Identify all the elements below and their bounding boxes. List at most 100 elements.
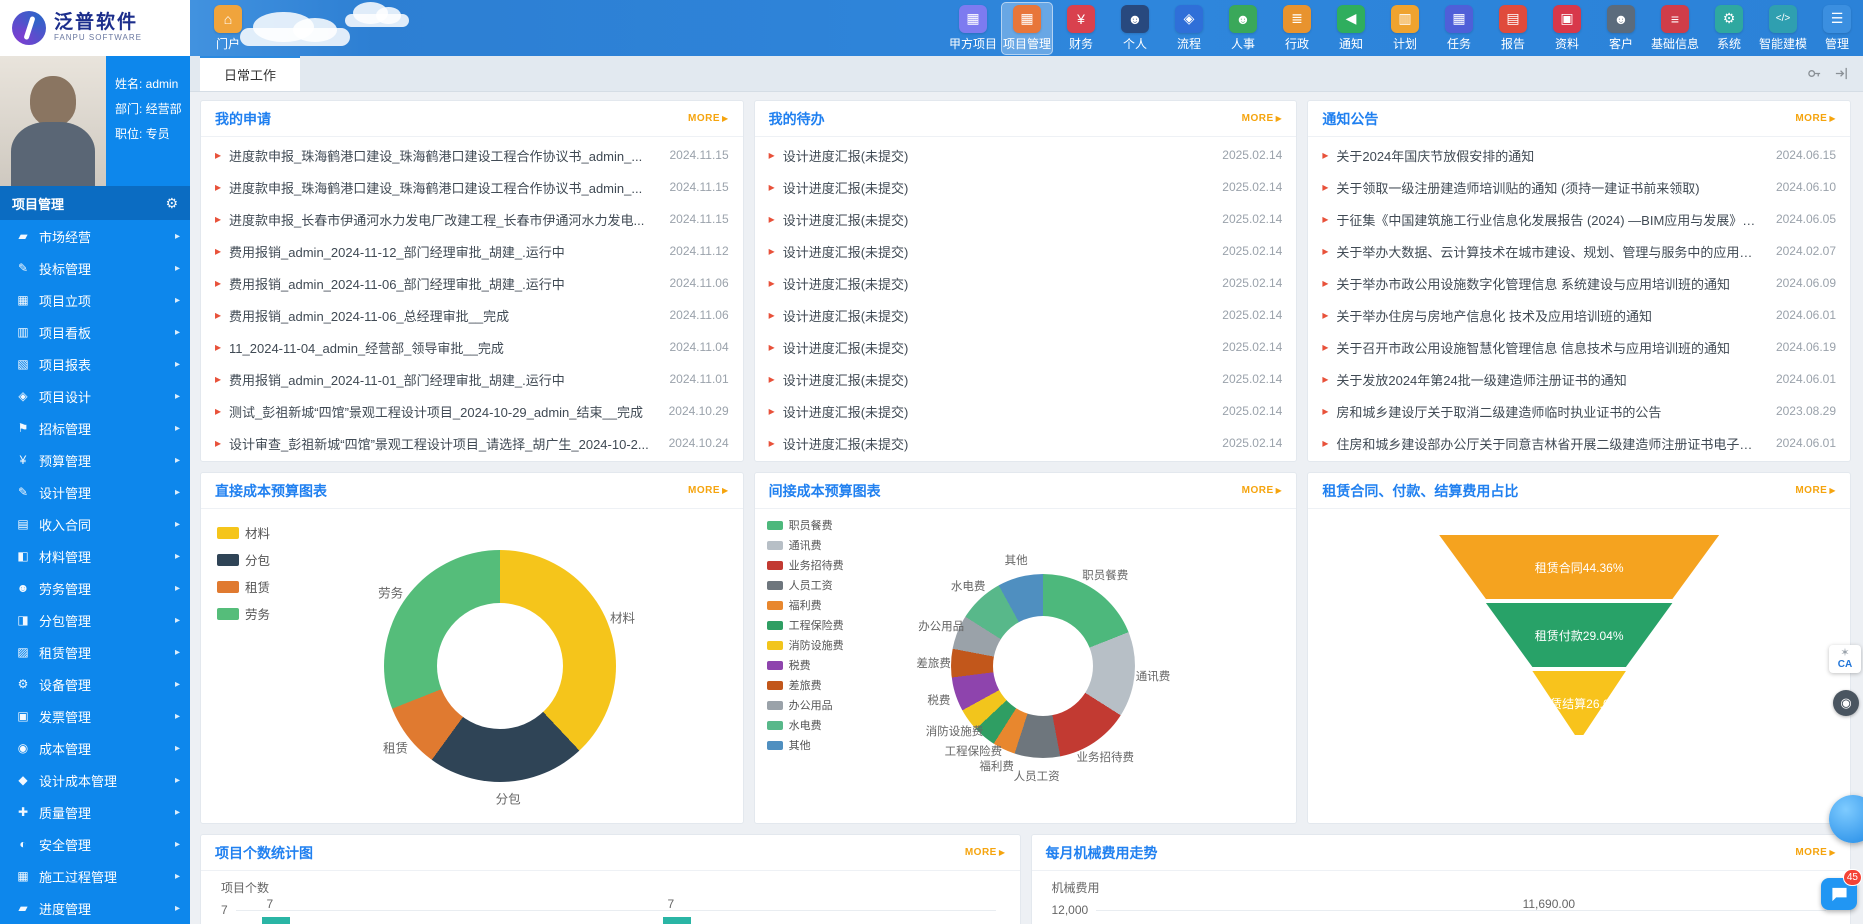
list-item[interactable]: ▸设计进度汇报(未提交)2025.02.14 [769, 363, 1283, 395]
top-nav-item-13[interactable]: ☻客户 [1595, 2, 1647, 55]
legend-item[interactable]: 材料 [217, 523, 270, 542]
sidebar-item-15[interactable]: ⚙设备管理▸ [0, 668, 190, 700]
top-nav-item-9[interactable]: ▥计划 [1379, 2, 1431, 55]
funnel-segment-rental-payment[interactable]: 租赁付款29.04% [1439, 603, 1719, 667]
top-nav-item-4[interactable]: ☻个人 [1109, 2, 1161, 55]
top-nav-item-3[interactable]: ¥财务 [1055, 2, 1107, 55]
ca-widget-button[interactable]: ✶ CA [1829, 645, 1861, 673]
list-item[interactable]: ▸设计进度汇报(未提交)2025.02.14 [769, 299, 1283, 331]
legend-item[interactable]: 工程保险费 [767, 617, 844, 633]
more-link[interactable]: MORE▶ [1795, 485, 1836, 496]
floating-tool-button[interactable]: ◉ [1833, 690, 1859, 716]
legend-item[interactable]: 人员工资 [767, 577, 844, 593]
chat-button[interactable]: 45 [1821, 878, 1857, 910]
list-item[interactable]: ▸关于2024年国庆节放假安排的通知2024.06.15 [1322, 139, 1836, 171]
legend-item[interactable]: 差旅费 [767, 677, 844, 693]
more-link[interactable]: MORE▶ [688, 485, 729, 496]
legend-item[interactable]: 租赁 [217, 577, 270, 596]
list-item[interactable]: ▸设计审查_彭祖新城“四馆”景观工程设计项目_请选择_胡广生_2024-10-2… [215, 427, 729, 459]
sidebar-item-21[interactable]: ▦施工过程管理▸ [0, 860, 190, 892]
more-link[interactable]: MORE▶ [688, 113, 729, 124]
list-item[interactable]: ▸11_2024-11-04_admin_经营部_领导审批__完成2024.11… [215, 331, 729, 363]
list-item[interactable]: ▸关于召开市政公用设施智慧化管理信息 信息技术与应用培训班的通知2024.06.… [1322, 331, 1836, 363]
funnel-segment-rental-contract[interactable]: 租赁合同44.36% [1439, 535, 1719, 599]
list-item[interactable]: ▸关于举办住房与房地产信息化 技术及应用培训班的通知2024.06.01 [1322, 299, 1836, 331]
list-item[interactable]: ▸测试_彭祖新城“四馆”景观工程设计项目_2024-10-29_admin_结束… [215, 395, 729, 427]
top-nav-item-17[interactable]: ☰管理 [1811, 2, 1863, 55]
sidebar-item-10[interactable]: ▤收入合同▸ [0, 508, 190, 540]
sidebar-item-14[interactable]: ▨租赁管理▸ [0, 636, 190, 668]
funnel-segment-rental-settlement[interactable]: 租赁结算26.6% [1439, 671, 1719, 735]
list-item[interactable]: ▸设计进度汇报(未提交)2025.02.14 [769, 203, 1283, 235]
sidebar-item-1[interactable]: ▰市场经营▸ [0, 220, 190, 252]
sidebar-item-18[interactable]: ◆设计成本管理▸ [0, 764, 190, 796]
list-item[interactable]: ▸关于举办大数据、云计算技术在城市建设、规划、管理与服务中的应用培训班...20… [1322, 235, 1836, 267]
list-item[interactable]: ▸设计进度汇报(未提交)2025.02.14 [769, 395, 1283, 427]
legend-item[interactable]: 税费 [767, 657, 844, 673]
list-item[interactable]: ▸费用报销_admin_2024-11-01_部门经理审批_胡建_.运行中202… [215, 363, 729, 395]
top-nav-item-10[interactable]: ▦任务 [1433, 2, 1485, 55]
gear-icon[interactable]: ⚙ [165, 195, 178, 212]
more-link[interactable]: MORE▶ [1795, 113, 1836, 124]
more-link[interactable]: MORE▶ [1242, 485, 1283, 496]
list-item[interactable]: ▸住房和城乡建设部办公厅关于同意吉林省开展二级建造师注册证书电子化试点...20… [1322, 427, 1836, 459]
key-icon[interactable] [1807, 66, 1822, 81]
list-item[interactable]: ▸费用报销_admin_2024-11-12_部门经理审批_胡建_.运行中202… [215, 235, 729, 267]
top-nav-item-7[interactable]: ≣行政 [1271, 2, 1323, 55]
sidebar-item-22[interactable]: ▰进度管理▸ [0, 892, 190, 924]
legend-item[interactable]: 水电费 [767, 717, 844, 733]
more-link[interactable]: MORE▶ [1795, 847, 1836, 858]
tab-daily-work[interactable]: 日常工作 [200, 56, 300, 91]
list-item[interactable]: ▸房和城乡建设厅关于取消二级建造师临时执业证书的公告2023.08.29 [1322, 395, 1836, 427]
bar[interactable] [663, 917, 691, 924]
sidebar-item-19[interactable]: ✚质量管理▸ [0, 796, 190, 828]
top-nav-item-6[interactable]: ☻人事 [1217, 2, 1269, 55]
sidebar-item-2[interactable]: ✎投标管理▸ [0, 252, 190, 284]
list-item[interactable]: ▸进度款申报_珠海鹤港口建设_珠海鹤港口建设工程合作协议书_admin_...2… [215, 171, 729, 203]
list-item[interactable]: ▸费用报销_admin_2024-11-06_总经理审批__完成2024.11.… [215, 299, 729, 331]
sidebar-item-12[interactable]: ☻劳务管理▸ [0, 572, 190, 604]
top-nav-item-2[interactable]: ▦项目管理 [1001, 2, 1053, 55]
sidebar-item-9[interactable]: ✎设计管理▸ [0, 476, 190, 508]
sidebar-item-8[interactable]: ¥预算管理▸ [0, 444, 190, 476]
top-nav-item-16[interactable]: </>智能建模 [1757, 2, 1809, 55]
list-item[interactable]: ▸进度款申报_珠海鹤港口建设_珠海鹤港口建设工程合作协议书_admin_...2… [215, 139, 729, 171]
bar[interactable] [262, 917, 290, 924]
sidebar-item-4[interactable]: ▥项目看板▸ [0, 316, 190, 348]
top-nav-item-8[interactable]: ◀通知 [1325, 2, 1377, 55]
legend-item[interactable]: 福利费 [767, 597, 844, 613]
list-item[interactable]: ▸关于发放2024年第24批一级建造师注册证书的通知2024.06.01 [1322, 363, 1836, 395]
sidebar-item-5[interactable]: ▧项目报表▸ [0, 348, 190, 380]
top-nav-item-14[interactable]: ≡基础信息 [1649, 2, 1701, 55]
sidebar-item-20[interactable]: ◐安全管理▸ [0, 828, 190, 860]
logo[interactable]: 泛普软件 FANPU SOFTWARE [0, 0, 190, 56]
legend-item[interactable]: 业务招待费 [767, 557, 844, 573]
legend-item[interactable]: 职员餐费 [767, 517, 844, 533]
sidebar-item-13[interactable]: ◨分包管理▸ [0, 604, 190, 636]
sidebar-item-16[interactable]: ▣发票管理▸ [0, 700, 190, 732]
more-link[interactable]: MORE▶ [965, 847, 1006, 858]
top-nav-item-12[interactable]: ▣资料 [1541, 2, 1593, 55]
list-item[interactable]: ▸设计进度汇报(未提交)2025.02.14 [769, 139, 1283, 171]
legend-item[interactable]: 消防设施费 [767, 637, 844, 653]
top-nav-item-5[interactable]: ◈流程 [1163, 2, 1215, 55]
list-item[interactable]: ▸设计进度汇报(未提交)2025.02.14 [769, 331, 1283, 363]
more-link[interactable]: MORE▶ [1242, 113, 1283, 124]
top-nav-item-1[interactable]: ▦甲方项目 [947, 2, 999, 55]
sidebar-item-6[interactable]: ◈项目设计▸ [0, 380, 190, 412]
collapse-right-icon[interactable] [1834, 66, 1849, 81]
top-nav-item-15[interactable]: ⚙系统 [1703, 2, 1755, 55]
legend-item[interactable]: 分包 [217, 550, 270, 569]
list-item[interactable]: ▸设计进度汇报(未提交)2025.02.14 [769, 427, 1283, 459]
sidebar-item-17[interactable]: ◉成本管理▸ [0, 732, 190, 764]
top-nav-item-11[interactable]: ▤报告 [1487, 2, 1539, 55]
list-item[interactable]: ▸进度款申报_长春市伊通河水力发电厂改建工程_长春市伊通河水力发电...2024… [215, 203, 729, 235]
sidebar-item-11[interactable]: ◧材料管理▸ [0, 540, 190, 572]
list-item[interactable]: ▸设计进度汇报(未提交)2025.02.14 [769, 267, 1283, 299]
list-item[interactable]: ▸设计进度汇报(未提交)2025.02.14 [769, 171, 1283, 203]
list-item[interactable]: ▸设计进度汇报(未提交)2025.02.14 [769, 235, 1283, 267]
sidebar-item-3[interactable]: ▦项目立项▸ [0, 284, 190, 316]
legend-item[interactable]: 劳务 [217, 604, 270, 623]
sidebar-item-7[interactable]: ⚑招标管理▸ [0, 412, 190, 444]
list-item[interactable]: ▸于征集《中国建筑施工行业信息化发展报告 (2024) —BIM应用与发展》材料… [1322, 203, 1836, 235]
